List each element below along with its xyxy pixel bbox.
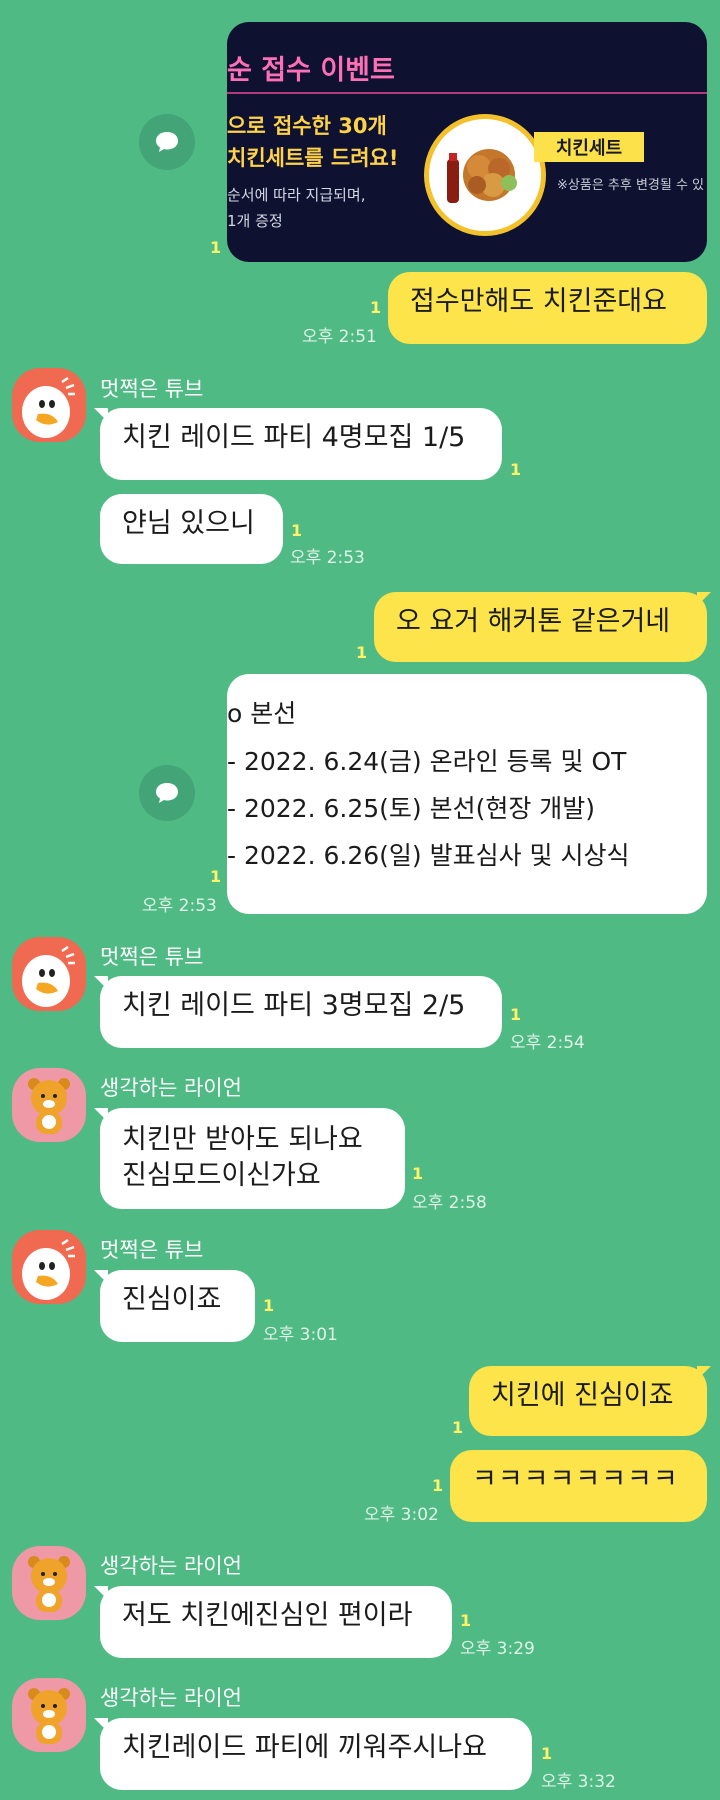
message-bubble[interactable]: 치킨에 진심이죠 xyxy=(469,1366,707,1436)
sender-name: 생각하는 라이언 xyxy=(100,1554,242,1578)
message-time: 오후 2:54 xyxy=(510,1033,585,1053)
share-button[interactable] xyxy=(139,114,195,170)
event-image-message[interactable]: 순 접수 이벤트 으로 접수한 30개 치킨세트를 드려요! 순서에 따라 지급… xyxy=(227,22,707,262)
message-bubble[interactable]: 오 요거 해커톤 같은거네 xyxy=(374,592,707,662)
schedule-line: - 2022. 6.24(금) 온라인 등록 및 OT xyxy=(227,747,627,776)
unread-count: 1 xyxy=(210,867,222,886)
message-time: 오후 3:32 xyxy=(541,1772,616,1792)
bubble-tail xyxy=(697,592,711,606)
share-speech-icon xyxy=(156,783,178,803)
unread-count: 1 xyxy=(510,460,522,479)
schedule-line: - 2022. 6.25(토) 본선(현장 개발) xyxy=(227,794,596,823)
unread-count: 1 xyxy=(412,1164,424,1183)
message-bubble[interactable]: 진심이죠 xyxy=(100,1270,255,1342)
message-bubble[interactable]: 치킨 레이드 파티 4명모집 1/5 xyxy=(100,408,502,480)
message-bubble[interactable]: 저도 치킨에진심인 편이라 xyxy=(100,1586,452,1658)
chicken-plate-image xyxy=(424,114,546,236)
sender-name: 멋쩍은 튜브 xyxy=(100,1238,204,1262)
event-text: 1개 증정 xyxy=(227,212,283,230)
event-note: ※상품은 추후 변경될 수 있 xyxy=(557,178,705,193)
unread-count: 1 xyxy=(291,521,303,540)
tube-duck-avatar xyxy=(22,1238,75,1300)
unread-count: 1 xyxy=(210,238,222,257)
message-bubble[interactable]: 치킨만 받아도 되나요 진심모드이신가요 xyxy=(100,1108,405,1209)
event-divider xyxy=(227,92,707,94)
message-bubble[interactable]: ㅋㅋㅋㅋㅋㅋㅋㅋ xyxy=(450,1450,707,1522)
message-time: 오후 3:01 xyxy=(263,1325,338,1345)
sender-name: 멋쩍은 튜브 xyxy=(100,945,204,969)
event-text: 순서에 따라 지급되며, xyxy=(227,186,366,204)
lion-avatar[interactable] xyxy=(12,1546,86,1620)
unread-count: 1 xyxy=(356,643,368,662)
schedule-image-message[interactable]: o 본선 - 2022. 6.24(금) 온라인 등록 및 OT - 2022.… xyxy=(227,674,707,914)
share-speech-icon xyxy=(156,132,178,152)
event-title: 순 접수 이벤트 xyxy=(227,55,395,86)
message-time: 오후 3:29 xyxy=(460,1639,535,1659)
message-time: 오후 2:53 xyxy=(142,896,217,916)
ryan-lion-avatar xyxy=(28,1078,70,1134)
message-bubble[interactable]: 치킨 레이드 파티 3명모집 2/5 xyxy=(100,976,502,1048)
unread-count: 1 xyxy=(263,1296,275,1315)
sender-name: 생각하는 라이언 xyxy=(100,1686,242,1710)
ryan-lion-avatar xyxy=(28,1688,70,1744)
message-time: 오후 2:51 xyxy=(302,327,377,347)
bubble-tail xyxy=(697,1366,711,1380)
message-time: 오후 2:58 xyxy=(412,1193,487,1213)
event-text: 으로 접수한 30개 xyxy=(227,114,387,138)
message-bubble[interactable]: 접수만해도 치킨준대요 xyxy=(388,272,707,344)
unread-count: 1 xyxy=(370,298,382,317)
sender-name: 생각하는 라이언 xyxy=(100,1076,242,1100)
tube-avatar[interactable] xyxy=(12,937,86,1011)
lion-avatar[interactable] xyxy=(12,1068,86,1142)
unread-count: 1 xyxy=(432,1476,444,1495)
unread-count: 1 xyxy=(452,1418,464,1437)
schedule-line: - 2022. 6.26(일) 발표심사 및 시상식 xyxy=(227,841,630,870)
share-button[interactable] xyxy=(139,765,195,821)
tube-duck-avatar xyxy=(22,945,75,1007)
message-time: 오후 3:02 xyxy=(364,1505,439,1525)
unread-count: 1 xyxy=(510,1005,522,1024)
message-bubble[interactable]: 치킨레이드 파티에 끼워주시나요 xyxy=(100,1718,532,1790)
tube-avatar[interactable] xyxy=(12,1230,86,1304)
event-tag: 치킨세트 xyxy=(534,132,644,162)
lion-avatar[interactable] xyxy=(12,1678,86,1752)
message-time: 오후 2:53 xyxy=(290,548,365,568)
ryan-lion-avatar xyxy=(28,1556,70,1612)
schedule-line: o 본선 xyxy=(227,699,297,728)
message-bubble[interactable]: 얀님 있으니 xyxy=(100,494,283,564)
unread-count: 1 xyxy=(541,1744,553,1763)
unread-count: 1 xyxy=(460,1611,472,1630)
sender-name: 멋쩍은 튜브 xyxy=(100,377,204,401)
tube-avatar[interactable] xyxy=(12,368,86,442)
event-text: 치킨세트를 드려요! xyxy=(227,146,399,170)
tube-duck-avatar xyxy=(22,376,75,438)
